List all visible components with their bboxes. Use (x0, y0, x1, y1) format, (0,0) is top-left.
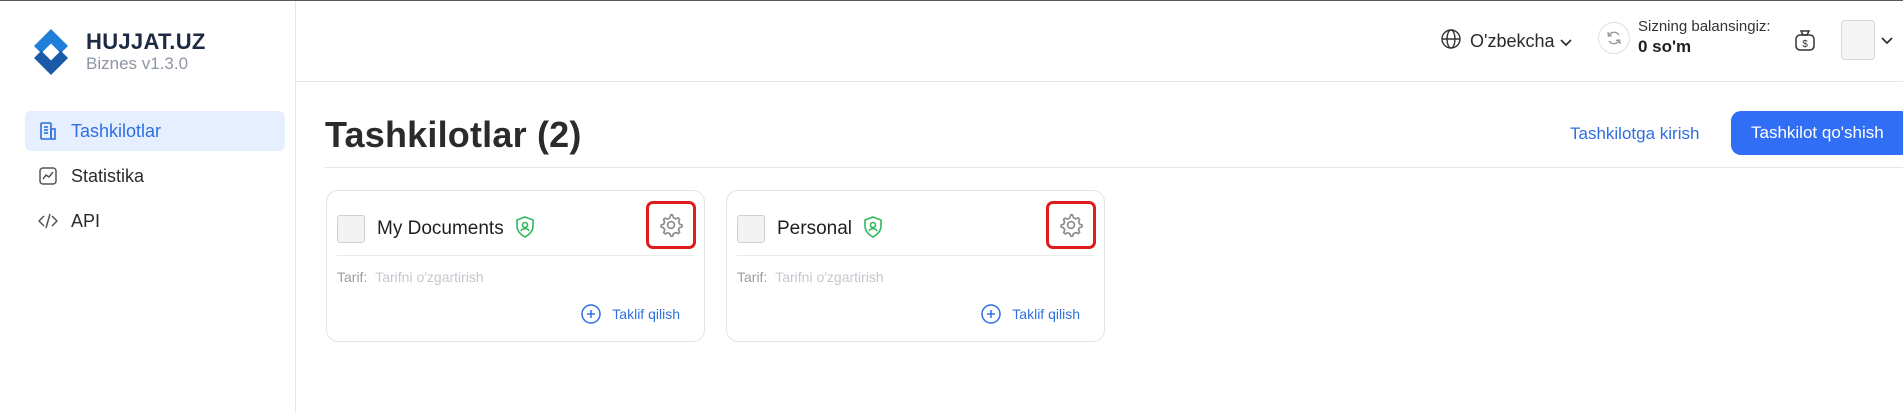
chevron-down-icon[interactable] (1881, 32, 1893, 50)
change-tarif-link[interactable]: Tarifni o'zgartirish (775, 269, 884, 285)
refresh-balance-button[interactable] (1598, 22, 1630, 54)
sidebar: HUJJAT.UZ Biznes v1.3.0 Tashkilotlar Sta… (0, 1, 296, 412)
balance-widget: Sizning balansingiz: 0 so'm (1598, 18, 1771, 58)
card-divider (337, 255, 694, 256)
sidebar-item-label: Tashkilotlar (71, 120, 162, 141)
plus-circle-icon (580, 303, 602, 325)
sidebar-nav: Tashkilotlar Statistika API (25, 111, 285, 246)
organization-name: Personal (777, 218, 852, 239)
wallet-button[interactable]: $ (1794, 28, 1816, 57)
organization-card: Personal Tarif: Tarifni o'zgartirish Tak… (726, 190, 1105, 342)
language-selector[interactable]: O'zbekcha (1440, 28, 1573, 55)
chevron-down-icon (1560, 31, 1573, 52)
app-version: Biznes v1.3.0 (86, 54, 189, 73)
svg-text:$: $ (1802, 39, 1808, 50)
sidebar-item-label: Statistika (71, 165, 145, 186)
sidebar-item-tashkilotlar[interactable]: Tashkilotlar (25, 111, 285, 151)
sidebar-item-label: API (71, 210, 101, 231)
organization-image (337, 215, 365, 243)
organization-settings-button[interactable] (1046, 201, 1096, 249)
add-organization-label: Tashkilot qo'shish (1751, 123, 1884, 142)
change-tarif-link[interactable]: Tarifni o'zgartirish (375, 269, 484, 285)
money-bag-icon: $ (1795, 30, 1815, 51)
organization-card: My Documents Tarif: Tarifni o'zgartirish… (326, 190, 705, 342)
add-organization-button[interactable]: Tashkilot qo'shish (1731, 111, 1903, 155)
avatar[interactable] (1841, 20, 1875, 60)
balance-label: Sizning balansingiz: (1638, 18, 1771, 35)
page-title: Tashkilotlar (2) (325, 114, 582, 155)
verified-shield-icon (862, 215, 884, 244)
language-label: O'zbekcha (1470, 31, 1555, 51)
sidebar-item-statistika[interactable]: Statistika (25, 156, 285, 196)
invite-button[interactable]: Taklif qilish (980, 303, 1080, 325)
gear-icon (1060, 213, 1084, 238)
app-logo[interactable]: HUJJAT.UZ Biznes v1.3.0 (24, 25, 206, 79)
gear-icon (660, 213, 684, 238)
plus-circle-icon (980, 303, 1002, 325)
refresh-icon (1607, 31, 1621, 45)
organization-image (737, 215, 765, 243)
invite-label: Taklif qilish (1012, 306, 1080, 322)
tarif-row: Tarif: Tarifni o'zgartirish (337, 269, 484, 285)
globe-icon (1440, 28, 1462, 55)
card-divider (737, 255, 1094, 256)
chart-icon (37, 165, 59, 187)
tarif-label: Tarif: (737, 269, 768, 285)
invite-label: Taklif qilish (612, 306, 680, 322)
sidebar-item-api[interactable]: API (25, 201, 285, 241)
code-icon (37, 210, 59, 232)
organization-settings-button[interactable] (646, 201, 696, 249)
tarif-label: Tarif: (337, 269, 368, 285)
title-divider (325, 167, 1903, 168)
tarif-row: Tarif: Tarifni o'zgartirish (737, 269, 884, 285)
organization-name: My Documents (377, 218, 504, 239)
logo-icon (34, 29, 68, 75)
verified-shield-icon (514, 215, 536, 244)
building-icon (37, 120, 59, 142)
balance-value: 0 so'm (1638, 37, 1692, 56)
invite-button[interactable]: Taklif qilish (580, 303, 680, 325)
enter-organization-link[interactable]: Tashkilotga kirish (1570, 124, 1699, 144)
app-name: HUJJAT.UZ (86, 29, 206, 54)
